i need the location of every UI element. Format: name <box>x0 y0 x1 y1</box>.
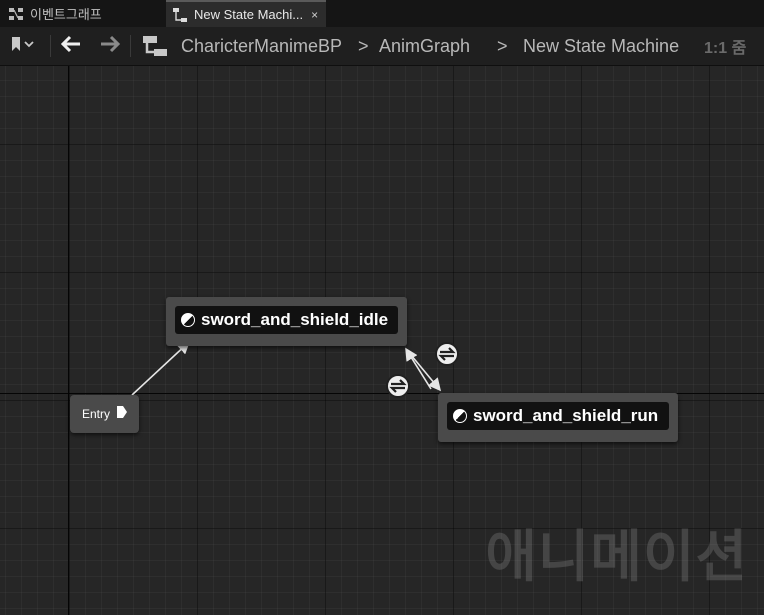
state-machine-icon <box>172 7 188 23</box>
tab-label: 이벤트그래프 <box>30 7 102 22</box>
transition-rule-icon[interactable] <box>386 374 410 398</box>
idle-to-run-transition-wire[interactable] <box>410 354 442 392</box>
toolbar: CharicterManimeBP > AnimGraph > New Stat… <box>0 27 764 66</box>
tab-event-graph[interactable]: 이벤트그래프 <box>0 0 160 27</box>
tab-label: New State Machi... <box>194 7 304 22</box>
state-node-label: sword_and_shield_idle <box>201 310 389 329</box>
graph-watermark: 애니메이션 <box>485 525 748 588</box>
graph-canvas[interactable]: sword_and_shield_idle sword_and_shield_r… <box>0 66 764 615</box>
transition-rule-icon[interactable] <box>435 342 459 366</box>
state-node-label: sword_and_shield_run <box>473 406 659 425</box>
state-node-title: sword_and_shield_run <box>447 402 669 430</box>
forward-button[interactable] <box>99 27 121 65</box>
toolbar-divider <box>50 35 51 57</box>
arrow-left-icon <box>60 35 82 58</box>
bookmark-icon <box>10 36 36 57</box>
toolbar-divider <box>130 35 131 57</box>
state-icon <box>453 409 467 423</box>
breadcrumb-separator: > <box>358 35 369 56</box>
entry-label: Entry <box>82 407 111 421</box>
breadcrumb-state-machine[interactable]: New State Machine <box>523 27 679 65</box>
state-node-run[interactable]: sword_and_shield_run <box>438 393 678 442</box>
breadcrumb-blueprint[interactable]: CharicterManimeBP <box>181 27 342 65</box>
bookmark-dropdown-button[interactable] <box>10 27 36 65</box>
arrow-right-icon <box>99 35 121 58</box>
entry-transition-wire[interactable] <box>131 340 191 396</box>
state-node-idle[interactable]: sword_and_shield_idle <box>166 297 407 346</box>
state-machine-graph-icon <box>141 27 169 65</box>
breadcrumb-separator: > <box>497 35 508 56</box>
tab-state-machine[interactable]: New State Machi... × <box>166 0 326 27</box>
state-icon <box>181 313 195 327</box>
entry-node[interactable]: Entry <box>70 395 139 433</box>
exec-pin-icon[interactable] <box>116 405 128 424</box>
state-node-title: sword_and_shield_idle <box>175 306 398 334</box>
zoom-level: 1:1 줌 <box>704 40 747 57</box>
event-graph-icon <box>8 6 24 22</box>
back-button[interactable] <box>60 27 82 65</box>
tab-bar: 이벤트그래프 New State Machi... × <box>0 0 764 27</box>
close-icon[interactable]: × <box>311 8 318 22</box>
breadcrumb-animgraph[interactable]: AnimGraph <box>379 27 470 65</box>
